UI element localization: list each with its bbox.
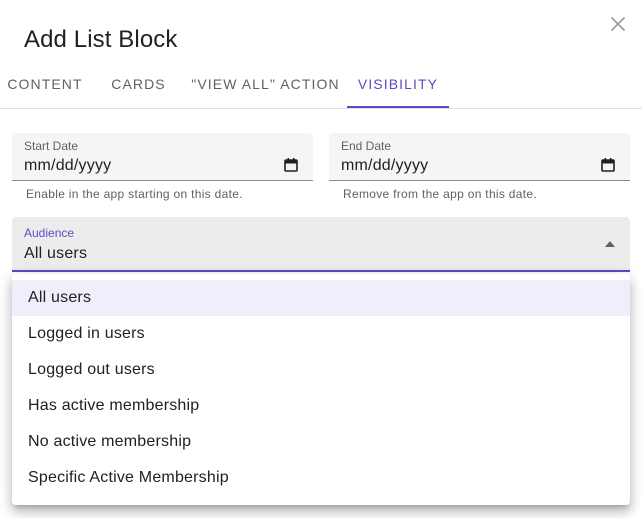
menu-item-specific-active-membership[interactable]: Specific Active Membership [12,460,630,496]
tab-content[interactable]: CONTENT [0,60,90,108]
audience-value: All users [24,245,88,262]
active-tab-indicator [347,106,449,108]
close-button[interactable] [604,10,632,38]
menu-item-all-users[interactable]: All users [12,280,630,316]
audience-select[interactable]: Audience All users [12,217,630,272]
menu-item-logged-in-users[interactable]: Logged in users [12,316,630,352]
menu-item-no-active-membership[interactable]: No active membership [12,424,630,460]
end-date-helper: Remove from the app on this date. [343,187,538,201]
start-date-label: Start Date [24,139,79,153]
dialog-title: Add List Block [24,26,178,53]
menu-item-has-active-membership[interactable]: Has active membership [12,388,630,424]
start-date-helper: Enable in the app starting on this date. [26,187,243,201]
tab-bar: CONTENT CARDS "VIEW ALL" ACTION VISIBILI… [0,60,642,109]
calendar-icon[interactable] [600,157,616,173]
tab-visibility[interactable]: VISIBILITY [347,60,449,108]
tab-cards[interactable]: CARDS [90,60,187,108]
tab-view-all-action[interactable]: "VIEW ALL" ACTION [187,60,344,108]
arrow-drop-up-icon[interactable] [605,241,615,247]
audience-menu: All users Logged in users Logged out use… [12,274,630,505]
menu-item-logged-out-users[interactable]: Logged out users [12,352,630,388]
start-date-field[interactable]: Start Date mm/dd/yyyy [12,133,313,181]
end-date-label: End Date [341,139,392,153]
end-date-field[interactable]: End Date mm/dd/yyyy [329,133,630,181]
close-icon [611,17,625,31]
start-date-input[interactable]: mm/dd/yyyy [24,157,111,175]
calendar-icon[interactable] [283,157,299,173]
end-date-input[interactable]: mm/dd/yyyy [341,157,428,175]
audience-label: Audience [24,226,75,240]
